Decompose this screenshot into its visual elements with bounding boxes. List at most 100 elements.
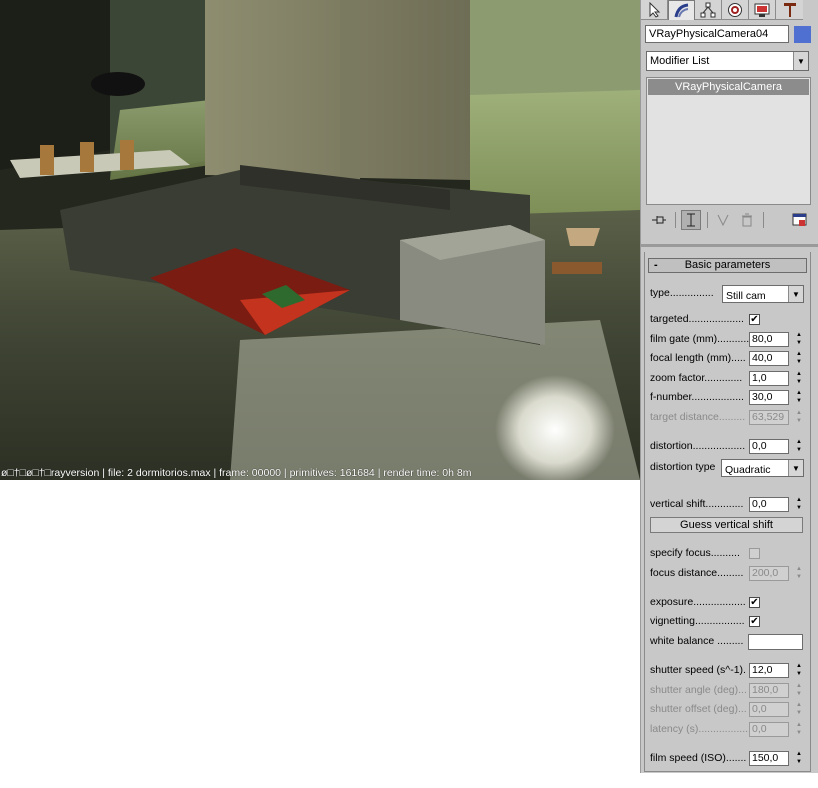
display-tab[interactable] <box>749 0 776 20</box>
create-pointer-icon <box>649 1 661 18</box>
type-label: type............... <box>650 287 714 299</box>
make-unique-icon <box>717 214 729 227</box>
pin-icon <box>652 216 666 224</box>
make-unique-button[interactable] <box>713 210 733 230</box>
film-speed-label: film speed (ISO)....... <box>650 752 747 764</box>
exposure-label: exposure.................. <box>650 596 746 608</box>
latency-row: latency (s).................. 0,0 ▲ ▼ <box>650 721 808 738</box>
shutter-speed-spinner[interactable]: ▲ ▼ <box>794 663 804 678</box>
utilities-icon <box>783 2 796 17</box>
vignetting-checkbox[interactable]: ✔ <box>749 616 760 627</box>
vertical-shift-spinner[interactable]: ▲ ▼ <box>794 497 804 512</box>
vertical-shift-row: vertical shift............. 0,0 ▲ ▼ <box>650 496 808 513</box>
modify-icon <box>674 3 688 17</box>
vignetting-row: vignetting................. ✔ <box>650 613 808 630</box>
focal-length-spinner[interactable]: ▲ ▼ <box>794 351 804 366</box>
distortion-input[interactable]: 0,0 <box>749 439 789 454</box>
specify-focus-checkbox[interactable] <box>749 548 760 559</box>
motion-tab[interactable] <box>722 0 749 20</box>
configure-sets-icon <box>792 213 807 226</box>
focal-length-input[interactable]: 40,0 <box>749 351 789 366</box>
shutter-offset-spinner: ▲ ▼ <box>796 702 802 716</box>
vertical-shift-input[interactable]: 0,0 <box>749 497 789 512</box>
shutter-speed-label: shutter speed (s^-1). <box>650 664 746 676</box>
specify-focus-label: specify focus.......... <box>650 547 740 559</box>
display-icon <box>754 3 770 17</box>
focus-distance-spinner: ▲ ▼ <box>796 566 802 580</box>
stack-item-vray-physical-camera[interactable]: VRayPhysicalCamera <box>648 79 809 95</box>
shutter-offset-row: shutter offset (deg)... 0,0 ▲ ▼ <box>650 701 808 718</box>
object-name-input[interactable]: VRayPhysicalCamera04 <box>645 25 789 43</box>
white-balance-label: white balance ......... <box>650 635 744 647</box>
white-balance-swatch[interactable] <box>748 634 803 650</box>
camera-type-value: Still cam <box>726 290 766 302</box>
modifier-list-dropdown[interactable]: Modifier List ▼ <box>646 51 809 71</box>
specify-focus-row: specify focus.......... <box>650 545 808 562</box>
latency-label: latency (s).................. <box>650 723 751 735</box>
rollout-header[interactable]: - Basic parameters <box>648 258 807 273</box>
distortion-spinner[interactable]: ▲ ▼ <box>794 439 804 454</box>
hierarchy-icon <box>700 2 716 17</box>
targeted-label: targeted................... <box>650 313 744 325</box>
distortion-row: distortion.................. 0,0 ▲ ▼ <box>650 438 808 455</box>
pin-stack-button[interactable] <box>649 210 669 230</box>
film-gate-spinner[interactable]: ▲ ▼ <box>794 332 804 347</box>
zoom-factor-row: zoom factor............. 1,0 ▲ ▼ <box>650 370 808 387</box>
shutter-speed-row: shutter speed (s^-1). 12,0 ▲ ▼ <box>650 662 808 679</box>
target-distance-row: target distance......... 63,529 ▲ ▼ <box>650 409 808 426</box>
shutter-offset-label: shutter offset (deg)... <box>650 703 747 715</box>
rollout-title: Basic parameters <box>684 259 771 271</box>
remove-modifier-button[interactable] <box>737 210 757 230</box>
rendered-interior-image <box>0 0 640 480</box>
distortion-type-dropdown[interactable]: Quadratic ▼ <box>721 459 804 477</box>
hierarchy-tab[interactable] <box>695 0 722 20</box>
zoom-factor-input[interactable]: 1,0 <box>749 371 789 386</box>
collapse-icon: - <box>654 259 658 271</box>
film-gate-input[interactable]: 80,0 <box>749 332 789 347</box>
shutter-speed-input[interactable]: 12,0 <box>749 663 789 678</box>
panel-divider <box>641 244 818 247</box>
targeted-checkbox[interactable]: ✔ <box>749 314 760 325</box>
modifier-stack-list[interactable]: VRayPhysicalCamera <box>646 77 811 205</box>
film-gate-label: film gate (mm)........... <box>650 333 750 345</box>
focus-distance-label: focus distance......... <box>650 567 744 579</box>
vertical-shift-label: vertical shift............. <box>650 498 744 510</box>
distortion-type-row: distortion type Quadratic ▼ <box>650 459 808 477</box>
latency-input: 0,0 <box>749 722 789 737</box>
distortion-label: distortion.................. <box>650 440 746 452</box>
f-number-input[interactable]: 30,0 <box>749 390 789 405</box>
configure-modifier-sets-button[interactable] <box>790 210 810 230</box>
exposure-checkbox[interactable]: ✔ <box>749 597 760 608</box>
guess-vertical-shift-button[interactable]: Guess vertical shift <box>650 517 803 533</box>
shutter-angle-label: shutter angle (deg)... <box>650 684 747 696</box>
chevron-down-icon: ▼ <box>788 286 803 302</box>
camera-type-dropdown[interactable]: Still cam ▼ <box>722 285 804 303</box>
utilities-tab[interactable] <box>776 0 803 20</box>
f-number-row: f-number.................. 30,0 ▲ ▼ <box>650 389 808 406</box>
command-panel: VRayPhysicalCamera04 Modifier List ▼ VRa… <box>640 0 818 773</box>
film-speed-row: film speed (ISO)....... 150,0 ▲ ▼ <box>650 750 808 767</box>
film-speed-spinner[interactable]: ▲ ▼ <box>794 751 804 766</box>
zoom-factor-spinner[interactable]: ▲ ▼ <box>794 371 804 386</box>
f-number-label: f-number.................. <box>650 391 744 403</box>
vignetting-label: vignetting................. <box>650 615 745 627</box>
target-distance-label: target distance......... <box>650 411 746 423</box>
modify-tab[interactable] <box>668 0 695 20</box>
create-tab[interactable] <box>641 0 668 20</box>
object-color-swatch[interactable] <box>794 26 811 43</box>
distortion-type-value: Quadratic <box>725 464 771 476</box>
f-number-spinner[interactable]: ▲ ▼ <box>794 390 804 405</box>
zoom-factor-label: zoom factor............. <box>650 372 743 384</box>
latency-spinner: ▲ ▼ <box>796 722 802 736</box>
focal-length-label: focal length (mm)..... <box>650 352 746 364</box>
shutter-offset-input: 0,0 <box>749 702 789 717</box>
trash-icon <box>742 213 752 227</box>
basic-parameters-rollout: - Basic parameters type............... S… <box>644 252 811 772</box>
film-speed-input[interactable]: 150,0 <box>749 751 789 766</box>
motion-icon <box>728 2 742 17</box>
show-end-result-button[interactable] <box>681 210 701 230</box>
white-balance-row: white balance ......... <box>650 633 808 650</box>
target-distance-spinner: ▲ ▼ <box>796 410 802 424</box>
shutter-angle-input: 180,0 <box>749 683 789 698</box>
end-result-icon <box>687 213 695 227</box>
